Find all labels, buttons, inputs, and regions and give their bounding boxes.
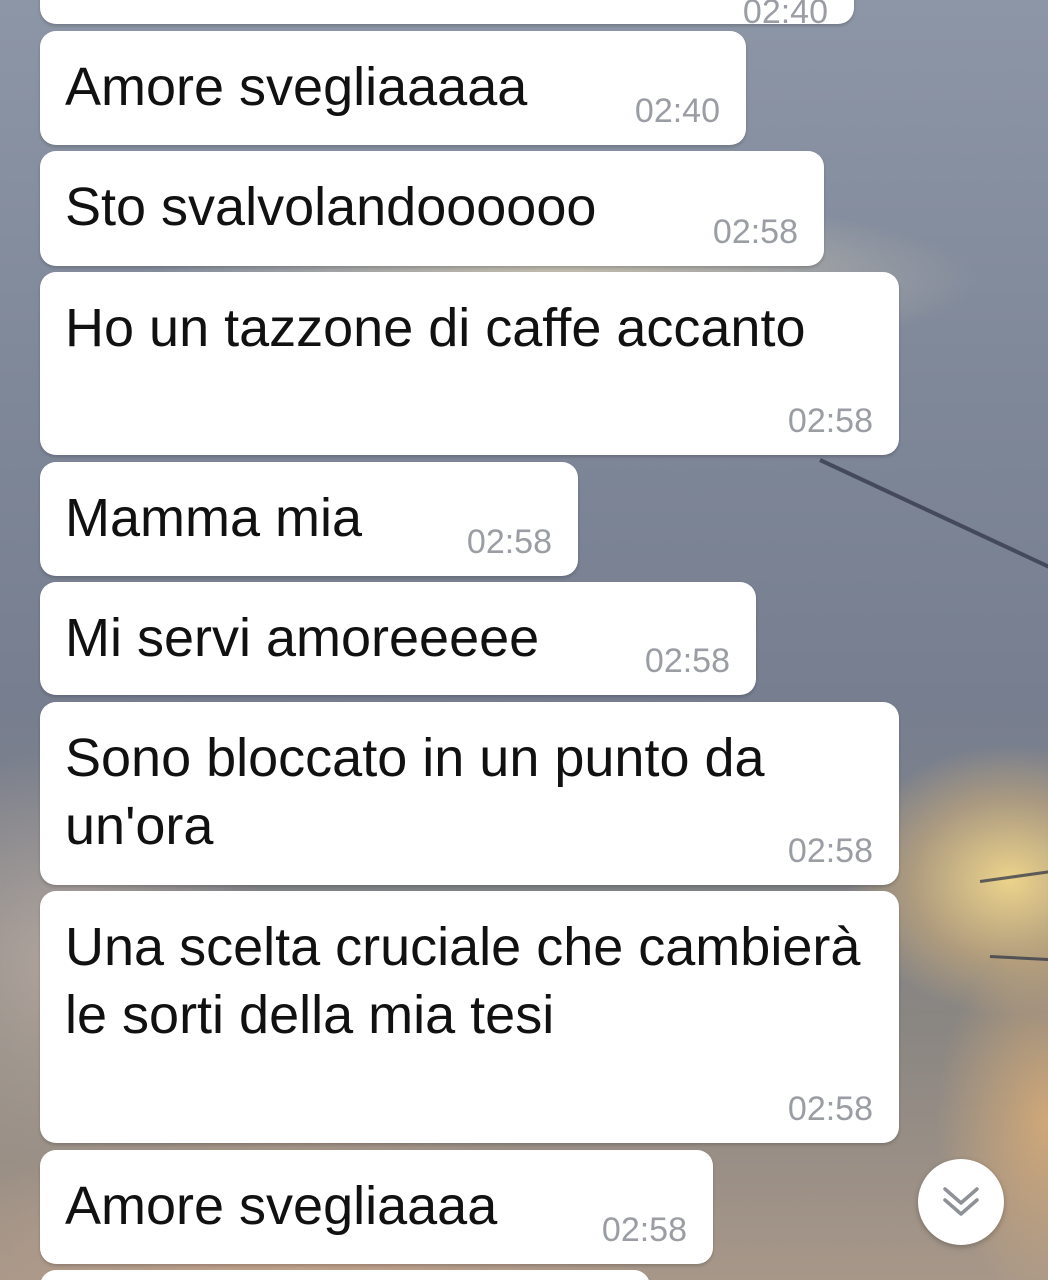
message-text: Ho un tazzone di caffe accanto	[65, 298, 806, 358]
message-text: Mi servi amoreeeee	[65, 608, 540, 668]
message-time: 02:58	[787, 402, 873, 440]
message-time: 02:58	[712, 213, 798, 251]
message-text: Amore svegliaaaa	[65, 1176, 498, 1236]
message-text: Sto svalvolandoooooo	[65, 177, 597, 237]
message-time: 02:40	[634, 92, 720, 130]
message-bubble[interactable]: Ho un tazzone di caffe accanto 02:58	[40, 272, 899, 455]
message-text: Una scelta cruciale che cambierà le sort…	[65, 917, 876, 1045]
message-bubble-partial: 02:40	[40, 0, 854, 30]
message-bubble[interactable]: Sono bloccato in un punto da un'ora 02:5…	[40, 702, 899, 885]
message-bubble[interactable]: Sto svalvolandoooooo 02:58	[40, 151, 824, 266]
message-time: 02:40	[742, 0, 828, 31]
chat-message-list[interactable]: 02:40 Amore svegliaaaaa 02:40 Sto svalvo…	[0, 0, 1048, 1280]
message-bubble[interactable]: Amore svegliaaaa 02:58	[40, 1150, 713, 1264]
message-bubble-partial	[40, 1270, 650, 1280]
message-bubble[interactable]: Mi servi amoreeeee 02:58	[40, 582, 756, 695]
double-chevron-down-icon	[943, 1187, 979, 1216]
message-time: 02:58	[787, 1090, 873, 1128]
message-time: 02:58	[466, 523, 552, 561]
message-time: 02:58	[601, 1211, 687, 1249]
message-bubble[interactable]: Amore svegliaaaaa 02:40	[40, 31, 746, 145]
message-text: Mamma mia	[65, 488, 363, 548]
message-time: 02:58	[644, 642, 730, 680]
message-text: Sono bloccato in un punto da un'ora	[65, 728, 780, 856]
message-bubble[interactable]: Una scelta cruciale che cambierà le sort…	[40, 891, 899, 1143]
message-bubble[interactable]: Mamma mia 02:58	[40, 462, 578, 576]
scroll-to-bottom-button[interactable]	[918, 1159, 1004, 1245]
message-text: Amore svegliaaaaa	[65, 57, 528, 117]
message-time: 02:58	[787, 832, 873, 870]
